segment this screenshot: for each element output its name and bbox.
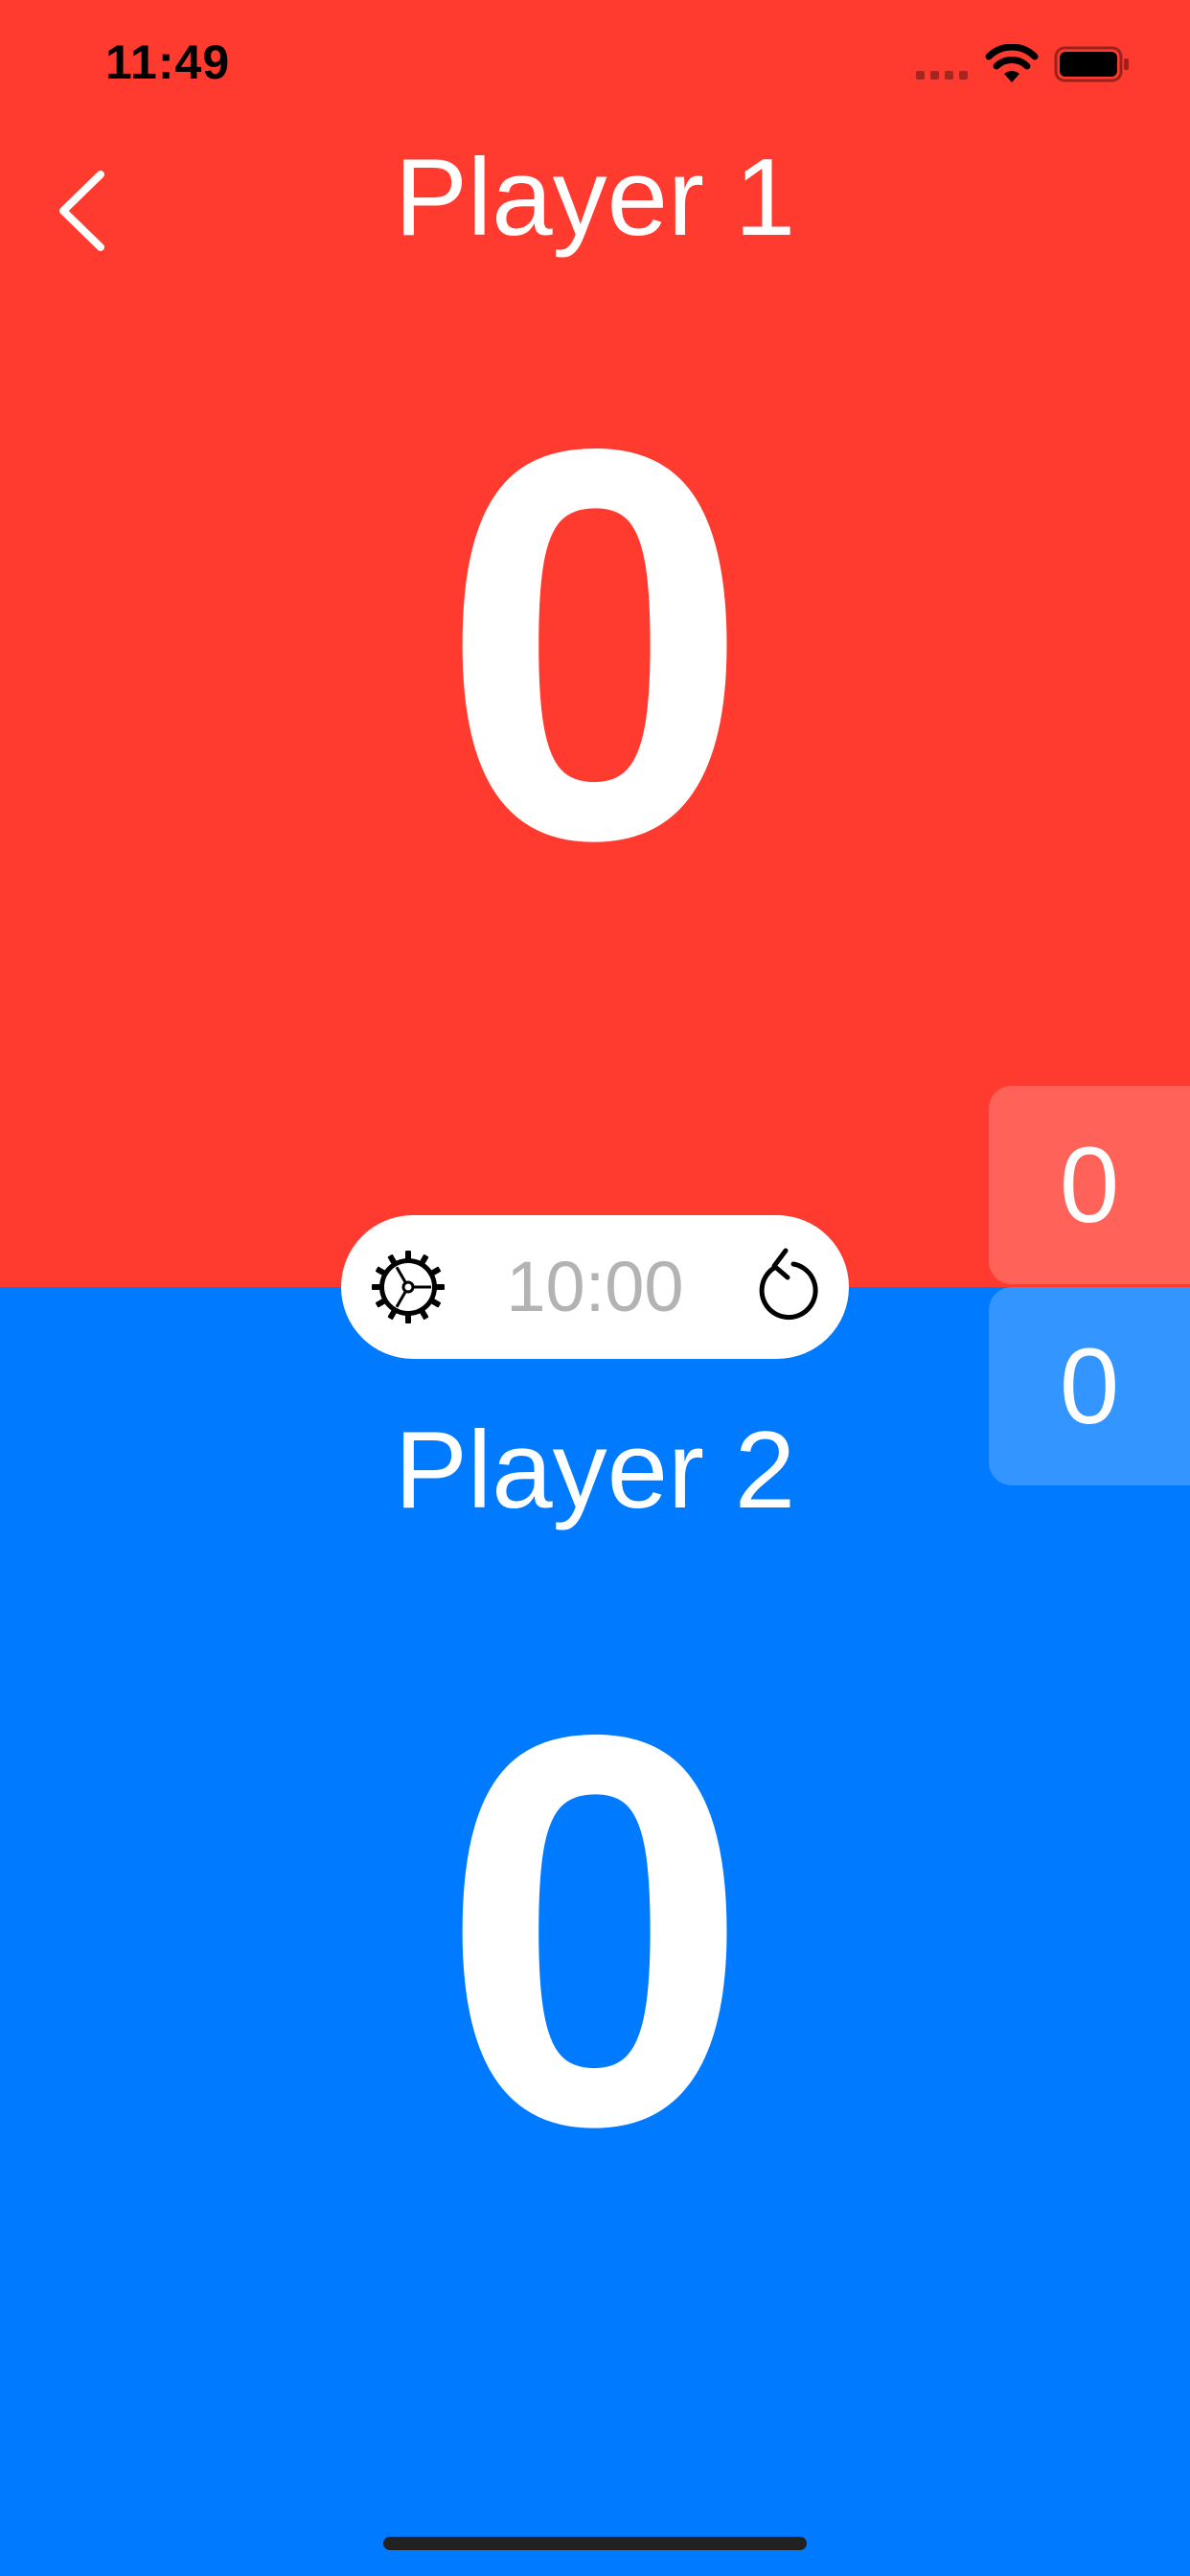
timer-display[interactable]: 10:00: [456, 1215, 734, 1359]
player2-score[interactable]: 0: [0, 1643, 1190, 2218]
wifi-icon: [985, 44, 1039, 82]
timer-control: 10:00: [341, 1215, 849, 1359]
player1-sets-counter[interactable]: 0: [989, 1086, 1190, 1284]
reset-icon[interactable]: [744, 1247, 820, 1327]
player2-sets-counter[interactable]: 0: [989, 1287, 1190, 1485]
status-time: 11:49: [105, 35, 231, 89]
battery-icon: [1054, 46, 1129, 82]
home-indicator[interactable]: [383, 2537, 807, 2550]
scoreboard-screen: 11:49 Player 1 0 Player 2 0 0 0 10:00: [0, 0, 1190, 2576]
player1-score[interactable]: 0: [0, 356, 1190, 932]
player1-name: Player 1: [394, 137, 796, 259]
gear-icon[interactable]: [370, 1249, 446, 1325]
cellular-signal-icon: [916, 71, 970, 80]
status-bar: 11:49: [0, 0, 1190, 126]
